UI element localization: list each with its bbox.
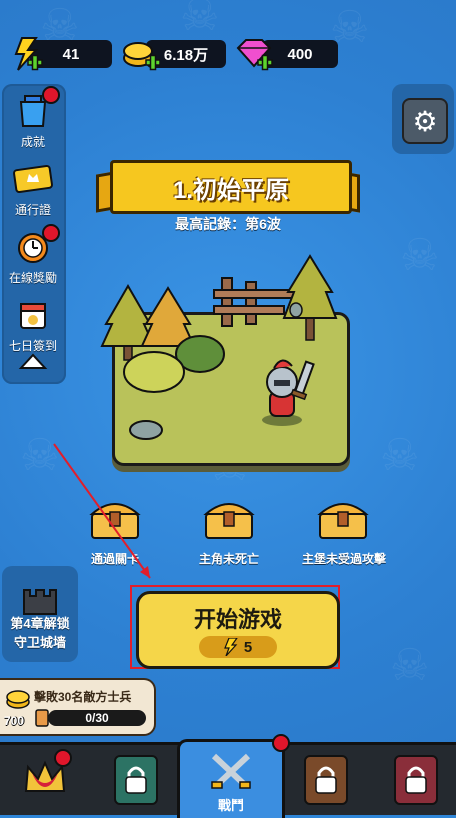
- notification-badge: [42, 86, 60, 104]
- collapse-menu-button[interactable]: [18, 350, 48, 372]
- nav-battle[interactable]: 戰鬥: [177, 734, 290, 818]
- tree-icon: [140, 286, 196, 347]
- locked-tab-card: [304, 755, 348, 805]
- crossed-swords-icon: [211, 753, 251, 789]
- castle-wall-icon: [23, 589, 57, 615]
- chest-icon[interactable]: [88, 494, 142, 542]
- quest-title: 擊敗30名敵方士兵: [34, 690, 132, 704]
- nav-locked-tab[interactable]: [370, 745, 456, 815]
- chapter-unlock-line2: 守卫城墙: [13, 635, 66, 650]
- chapter-unlock-panel[interactable]: 第4章解锁 守卫城墙: [2, 566, 78, 662]
- energy-icon: [6, 34, 46, 74]
- energy-cost: 5: [199, 636, 277, 658]
- side-menu-daily-signin[interactable]: 七日簽到: [2, 298, 64, 354]
- nav-shop[interactable]: [0, 745, 90, 815]
- start-game-label: 开始游戏: [193, 607, 282, 632]
- chest-label: 主堡未受過攻擊: [301, 552, 386, 566]
- quest-progress-bar: 0/30: [48, 710, 146, 726]
- start-game-button[interactable]: 开始游戏 5: [136, 591, 340, 669]
- gold-icon: [6, 690, 30, 709]
- gold-icon: [120, 34, 161, 74]
- gear-icon: ⚙: [412, 105, 438, 137]
- chevron-up-icon: [18, 353, 48, 369]
- start-button-highlight: 开始游戏 5: [130, 585, 340, 669]
- side-menu-label: 在線獎勵: [8, 271, 57, 285]
- locked-tab-card: [394, 755, 438, 805]
- quest-reward: 700: [4, 714, 25, 728]
- lock-icon: [405, 766, 427, 794]
- chest-label: 通過關卡: [90, 552, 139, 566]
- notification-badge: [54, 749, 72, 767]
- pass-icon: [13, 164, 53, 194]
- chest-icon[interactable]: [316, 494, 370, 542]
- nav-battle-label: 戰鬥: [217, 798, 244, 813]
- gem-icon: [234, 34, 274, 74]
- settings-panel: ⚙: [392, 84, 454, 154]
- stage-title: 1.初始平原: [110, 160, 352, 214]
- gold-value: 6.18万: [163, 46, 209, 64]
- chapter-unlock-text: 第4章解锁 守卫城墙: [2, 614, 78, 652]
- lock-icon: [125, 766, 147, 794]
- gem-value: 400: [287, 45, 313, 63]
- best-record: 最高記錄：第6波: [175, 216, 281, 232]
- nav-locked-tab[interactable]: [280, 745, 370, 815]
- stage-banner: 1.初始平原: [96, 160, 360, 214]
- energy-cost-value: 5: [243, 638, 253, 656]
- bush-icon: [123, 351, 185, 393]
- chapter-unlock-line1: 第4章解锁: [10, 616, 70, 631]
- bottom-nav: 戰鬥: [0, 734, 456, 818]
- calendar-icon: [20, 303, 46, 329]
- island-scene: [100, 254, 338, 440]
- settings-button[interactable]: ⚙: [402, 98, 448, 144]
- energy-value: 41: [62, 45, 80, 63]
- lock-icon: [315, 766, 337, 794]
- side-menu-pass[interactable]: 通行證: [2, 162, 64, 218]
- chest-label: 主角未死亡: [198, 552, 259, 566]
- nav-locked-tab[interactable]: [90, 745, 180, 815]
- side-menu-label: 成就: [20, 135, 45, 149]
- quest-progress-text: 0/30: [85, 711, 109, 725]
- chest-icon[interactable]: [202, 494, 256, 542]
- tree-icon: [282, 254, 338, 341]
- rock-icon: [289, 302, 303, 318]
- quest-panel[interactable]: 擊敗30名敵方士兵 700 0/30: [0, 678, 156, 736]
- energy-icon: [223, 638, 238, 656]
- locked-tab-card: [114, 755, 158, 805]
- rock-icon: [129, 420, 163, 440]
- knight-hero-icon: [262, 359, 315, 426]
